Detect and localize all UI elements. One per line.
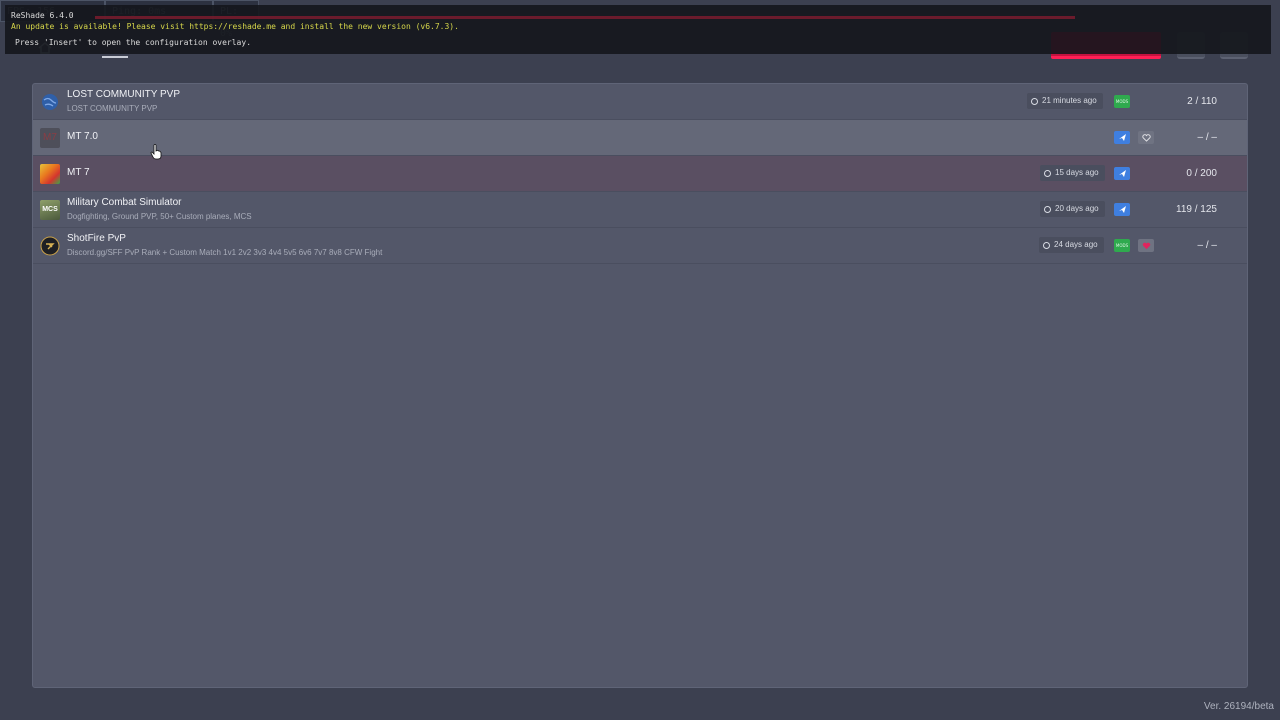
active-tab-indicator [102,56,128,58]
vanilla-tag [1114,131,1130,144]
last-seen-text: 20 days ago [1055,204,1099,213]
last-seen-badge: 15 days ago [1040,165,1105,181]
server-description: LOST COMMUNITY PVP [67,104,158,113]
mcs-logo-icon: MCS [40,200,60,220]
server-row[interactable]: M7 MT 7.0 – / – [33,120,1247,156]
reshade-overlay: ReShade 6.4.0 An update is available! Pl… [5,5,1271,54]
last-seen-text: 21 minutes ago [1042,96,1097,105]
player-count: 119 / 125 [1176,204,1217,215]
plane-icon [1118,134,1126,141]
player-count: – / – [1197,132,1217,143]
server-list: LOST COMMUNITY PVP LOST COMMUNITY PVP 21… [32,83,1248,688]
modded-tag: MODS [1114,239,1130,252]
reshade-title: ReShade 6.4.0 [11,11,74,20]
server-name: LOST COMMUNITY PVP [67,89,180,100]
player-count: 0 / 200 [1186,168,1217,179]
mt-color-icon [40,164,60,184]
server-name: ShotFire PvP [67,233,126,244]
mt-logo-icon: M7 [40,128,60,148]
overlay-divider [95,16,1075,19]
server-name: MT 7 [67,167,90,178]
clock-icon [1044,169,1051,177]
clock-icon [1031,97,1038,105]
plane-icon [1118,206,1126,213]
reshade-hint: Press 'Insert' to open the configuration… [15,38,252,47]
last-seen-badge: 24 days ago [1039,237,1104,253]
last-seen-badge: 20 days ago [1040,201,1105,217]
vanilla-tag [1114,167,1130,180]
shotfire-logo-icon [40,236,60,256]
server-row[interactable]: MCS Military Combat Simulator Dogfightin… [33,192,1247,228]
server-name: MT 7.0 [67,131,98,142]
server-row[interactable]: MT 7 15 days ago 0 / 200 [33,156,1247,192]
server-row[interactable]: ShotFire PvP Discord.gg/SFF PvP Rank + C… [33,228,1247,264]
server-description: Discord.gg/SFF PvP Rank + Custom Match 1… [67,248,383,257]
vanilla-tag [1114,203,1130,216]
last-seen-text: 15 days ago [1055,168,1099,177]
last-seen-badge: 21 minutes ago [1027,93,1103,109]
globe-icon [42,94,58,110]
version-label: Ver. 26194/beta [1203,701,1274,712]
last-seen-text: 24 days ago [1054,240,1098,249]
hand-cursor-icon [150,144,162,160]
clock-icon [1043,241,1050,249]
player-count: 2 / 110 [1187,96,1217,107]
reshade-update-notice: An update is available! Please visit htt… [11,22,459,31]
modded-tag: MODS [1114,95,1130,108]
plane-icon [1118,170,1126,177]
server-name: Military Combat Simulator [67,197,182,208]
server-row[interactable]: LOST COMMUNITY PVP LOST COMMUNITY PVP 21… [33,84,1247,120]
player-count: – / – [1197,240,1217,251]
clock-icon [1044,205,1051,213]
server-description: Dogfighting, Ground PVP, 50+ Custom plan… [67,212,252,221]
